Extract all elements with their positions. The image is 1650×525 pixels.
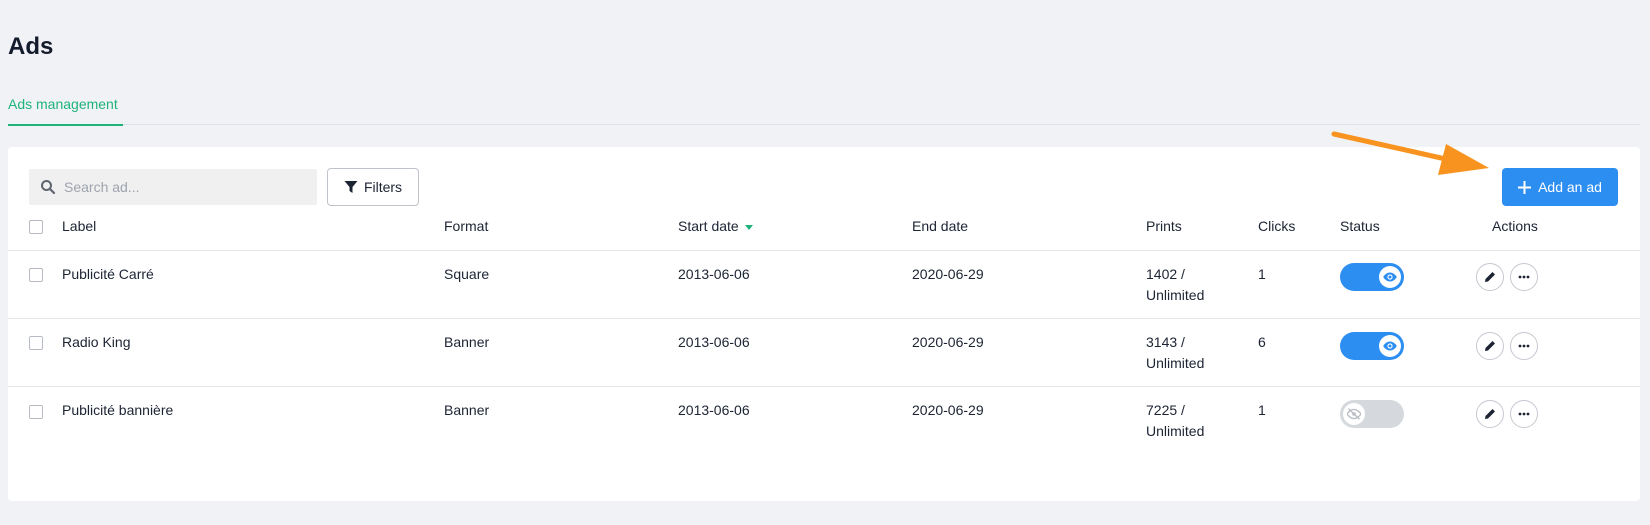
edit-button[interactable] — [1476, 263, 1504, 291]
row-end-date: 2020-06-29 — [912, 334, 984, 350]
row-start-date: 2013-06-06 — [678, 266, 750, 282]
pencil-icon — [1485, 272, 1495, 282]
plus-icon — [1518, 180, 1532, 194]
row-checkbox[interactable] — [29, 336, 43, 350]
row-prints-limit: Unlimited — [1146, 287, 1205, 303]
toggle-knob — [1379, 266, 1401, 288]
ads-card: Filters Add an ad Label Format Start dat… — [8, 147, 1640, 501]
row-format: Square — [444, 266, 490, 282]
header-format[interactable]: Format — [444, 218, 488, 234]
eye-icon — [1383, 341, 1397, 351]
toggle-knob — [1343, 403, 1365, 425]
row-divider — [8, 386, 1640, 387]
row-end-date: 2020-06-29 — [912, 266, 984, 282]
header-end-date[interactable]: End date — [912, 218, 968, 234]
edit-button[interactable] — [1476, 400, 1504, 428]
row-clicks: 6 — [1258, 334, 1266, 350]
row-end-date: 2020-06-29 — [912, 402, 984, 418]
sort-desc-icon — [744, 224, 753, 230]
add-ad-button[interactable]: Add an ad — [1502, 168, 1618, 206]
row-format: Banner — [444, 334, 490, 350]
select-all-checkbox[interactable] — [29, 220, 43, 234]
eye-icon — [1383, 272, 1397, 282]
status-toggle[interactable] — [1340, 263, 1404, 291]
page-title: Ads — [8, 33, 54, 60]
status-toggle[interactable] — [1340, 332, 1404, 360]
more-button[interactable] — [1510, 332, 1538, 360]
filters-button[interactable]: Filters — [327, 168, 419, 206]
header-label[interactable]: Label — [62, 218, 96, 234]
header-divider — [8, 250, 1640, 251]
row-prints-count: 7225 / — [1146, 402, 1185, 418]
header-actions: Actions — [1492, 218, 1538, 234]
filter-icon — [344, 181, 358, 193]
row-clicks: 1 — [1258, 402, 1266, 418]
tabs-bar: Ads management — [8, 94, 1640, 126]
row-label[interactable]: Publicité Carré — [62, 263, 154, 285]
more-icon — [1518, 275, 1530, 279]
header-clicks[interactable]: Clicks — [1258, 218, 1295, 234]
tab-ads-management[interactable]: Ads management — [8, 96, 123, 126]
more-icon — [1518, 344, 1530, 348]
row-prints-limit: Unlimited — [1146, 423, 1205, 439]
pencil-icon — [1485, 409, 1495, 419]
row-start-date: 2013-06-06 — [678, 334, 750, 350]
row-checkbox[interactable] — [29, 268, 43, 282]
row-prints-count: 1402 / — [1146, 266, 1185, 282]
header-start-date-label: Start date — [678, 218, 739, 234]
pencil-icon — [1485, 341, 1495, 351]
search-input[interactable] — [29, 169, 317, 205]
edit-button[interactable] — [1476, 332, 1504, 360]
header-status[interactable]: Status — [1340, 218, 1380, 234]
search-box[interactable] — [29, 169, 317, 205]
more-button[interactable] — [1510, 263, 1538, 291]
status-toggle[interactable] — [1340, 400, 1404, 428]
eye-slash-icon — [1347, 408, 1361, 420]
filters-button-label: Filters — [363, 179, 403, 195]
row-checkbox[interactable] — [29, 405, 43, 419]
row-label[interactable]: Radio King — [62, 331, 131, 353]
add-ad-button-label: Add an ad — [1538, 179, 1602, 195]
row-start-date: 2013-06-06 — [678, 402, 750, 418]
row-clicks: 1 — [1258, 266, 1266, 282]
row-prints-limit: Unlimited — [1146, 355, 1205, 371]
row-divider — [8, 318, 1640, 319]
more-button[interactable] — [1510, 400, 1538, 428]
toggle-knob — [1379, 335, 1401, 357]
header-prints[interactable]: Prints — [1146, 218, 1182, 234]
row-label[interactable]: Publicité bannière — [62, 399, 173, 421]
more-icon — [1518, 412, 1530, 416]
header-start-date[interactable]: Start date — [678, 218, 753, 234]
row-prints-count: 3143 / — [1146, 334, 1185, 350]
row-format: Banner — [444, 402, 490, 418]
